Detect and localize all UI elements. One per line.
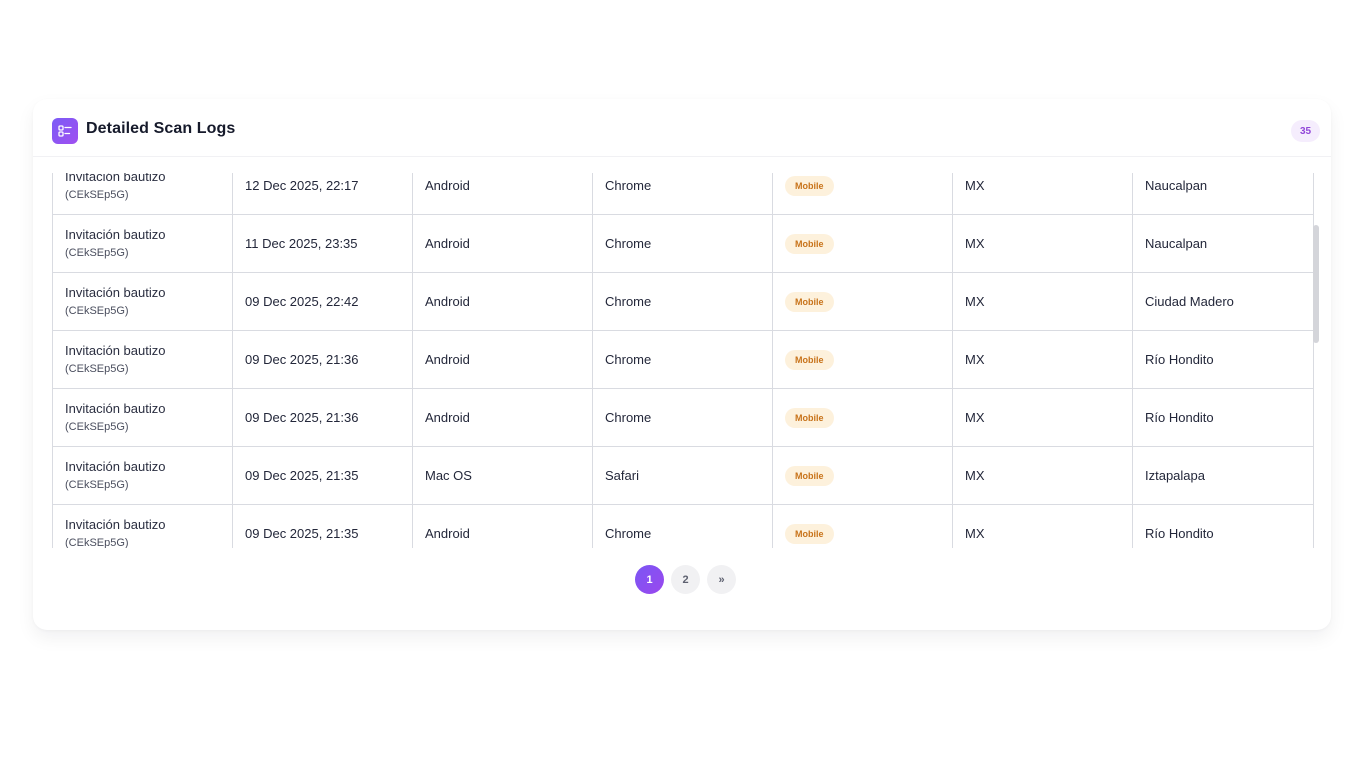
cell-country: MX [952, 446, 1133, 505]
cell-link: Invitación bautizo (CEkSEp5G) [52, 504, 233, 549]
cell-device: Mobile [772, 330, 953, 389]
cell-os: Android [412, 214, 593, 273]
device-badge: Mobile [785, 233, 834, 254]
cell-device: Mobile [772, 173, 953, 215]
scan-logs-card: Detailed Scan Logs 35 Invitación bautizo… [33, 99, 1331, 630]
cell-browser: Chrome [592, 272, 773, 331]
table-row: Invitación bautizo (CEkSEp5G) 09 Dec 202… [52, 504, 1314, 549]
link-name: Invitación bautizo [65, 516, 166, 532]
link-name: Invitación bautizo [65, 284, 166, 300]
cell-device: Mobile [772, 272, 953, 331]
link-name: Invitación bautizo [65, 342, 166, 358]
cell-os: Android [412, 272, 593, 331]
device-badge: Mobile [785, 291, 834, 312]
count-badge: 35 [1291, 120, 1320, 142]
link-code: (CEkSEp5G) [65, 536, 129, 549]
cell-link: Invitación bautizo (CEkSEp5G) [52, 446, 233, 505]
device-badge: Mobile [785, 407, 834, 428]
cell-country: MX [952, 214, 1133, 273]
cell-os: Android [412, 330, 593, 389]
cell-city: Río Hondito [1132, 388, 1314, 447]
cell-city: Naucalpan [1132, 214, 1314, 273]
cell-link: Invitación bautizo (CEkSEp5G) [52, 272, 233, 331]
cell-city: Ciudad Madero [1132, 272, 1314, 331]
cell-country: MX [952, 272, 1133, 331]
link-code: (CEkSEp5G) [65, 478, 129, 491]
table-scrollbar[interactable] [1312, 173, 1320, 548]
table-row: Invitación bautizo (CEkSEp5G) 12 Dec 202… [52, 173, 1314, 215]
cell-device: Mobile [772, 388, 953, 447]
cell-browser: Chrome [592, 388, 773, 447]
table-row: Invitación bautizo (CEkSEp5G) 09 Dec 202… [52, 330, 1314, 389]
link-name: Invitación bautizo [65, 226, 166, 242]
cell-city: Río Hondito [1132, 330, 1314, 389]
link-code: (CEkSEp5G) [65, 420, 129, 433]
link-name: Invitación bautizo [65, 400, 166, 416]
cell-country: MX [952, 173, 1133, 215]
device-badge: Mobile [785, 465, 834, 486]
device-badge: Mobile [785, 175, 834, 196]
cell-city: Iztapalapa [1132, 446, 1314, 505]
link-name: Invitación bautizo [65, 458, 166, 474]
cell-browser: Chrome [592, 173, 773, 215]
cell-link: Invitación bautizo (CEkSEp5G) [52, 214, 233, 273]
page-button-2[interactable]: 2 [671, 565, 700, 594]
cell-date: 09 Dec 2025, 21:36 [232, 388, 413, 447]
cell-link: Invitación bautizo (CEkSEp5G) [52, 173, 233, 215]
cell-date: 09 Dec 2025, 21:36 [232, 330, 413, 389]
cell-country: MX [952, 388, 1133, 447]
cell-link: Invitación bautizo (CEkSEp5G) [52, 388, 233, 447]
cell-browser: Chrome [592, 330, 773, 389]
cell-device: Mobile [772, 214, 953, 273]
cell-date: 09 Dec 2025, 21:35 [232, 446, 413, 505]
cell-city: Río Hondito [1132, 504, 1314, 548]
cell-os: Android [412, 504, 593, 548]
cell-os: Mac OS [412, 446, 593, 505]
cell-date: 09 Dec 2025, 21:35 [232, 504, 413, 548]
table-row: Invitación bautizo (CEkSEp5G) 11 Dec 202… [52, 214, 1314, 273]
pagination: 1 2 » [635, 565, 736, 595]
page-button-1[interactable]: 1 [635, 565, 664, 594]
cell-country: MX [952, 504, 1133, 548]
link-name: Invitación bautizo [65, 173, 166, 184]
scan-logs-table[interactable]: Invitación bautizo (CEkSEp5G) 12 Dec 202… [52, 173, 1322, 548]
list-icon [52, 118, 78, 144]
device-badge: Mobile [785, 523, 834, 544]
scrollbar-thumb[interactable] [1313, 225, 1319, 343]
card-title: Detailed Scan Logs [86, 120, 236, 137]
next-page-button[interactable]: » [707, 565, 736, 594]
cell-browser: Safari [592, 446, 773, 505]
table-row: Invitación bautizo (CEkSEp5G) 09 Dec 202… [52, 446, 1314, 505]
link-code: (CEkSEp5G) [65, 304, 129, 317]
link-code: (CEkSEp5G) [65, 188, 129, 201]
cell-device: Mobile [772, 446, 953, 505]
link-code: (CEkSEp5G) [65, 246, 129, 259]
cell-date: 09 Dec 2025, 22:42 [232, 272, 413, 331]
cell-date: 11 Dec 2025, 23:35 [232, 214, 413, 273]
link-code: (CEkSEp5G) [65, 362, 129, 375]
cell-country: MX [952, 330, 1133, 389]
card-header: Detailed Scan Logs 35 [33, 99, 1331, 157]
device-badge: Mobile [785, 349, 834, 370]
cell-date: 12 Dec 2025, 22:17 [232, 173, 413, 215]
cell-link: Invitación bautizo (CEkSEp5G) [52, 330, 233, 389]
cell-device: Mobile [772, 504, 953, 548]
table-row: Invitación bautizo (CEkSEp5G) 09 Dec 202… [52, 388, 1314, 447]
cell-browser: Chrome [592, 504, 773, 548]
cell-os: Android [412, 388, 593, 447]
cell-browser: Chrome [592, 214, 773, 273]
cell-os: Android [412, 173, 593, 215]
table-row: Invitación bautizo (CEkSEp5G) 09 Dec 202… [52, 272, 1314, 331]
cell-city: Naucalpan [1132, 173, 1314, 215]
